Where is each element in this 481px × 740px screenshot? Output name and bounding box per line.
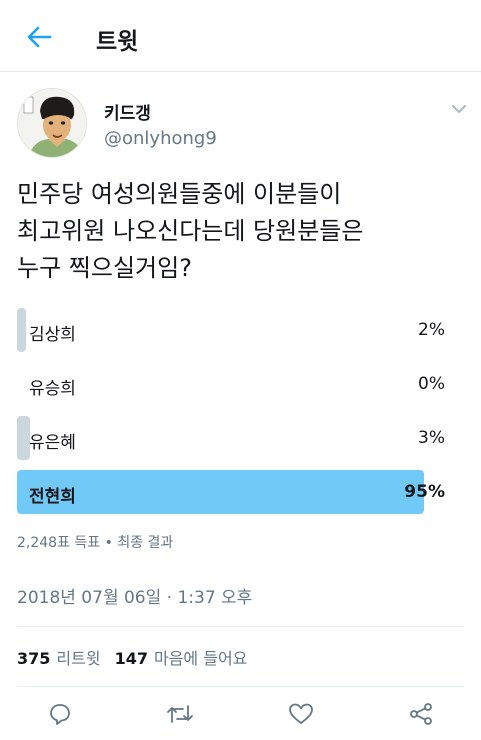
likes-stat[interactable]: 147 마음에 들어요 [115,645,248,669]
poll-bar [17,308,26,352]
poll-option-4[interactable]: 전현희 95% [17,470,445,514]
top-bar: 트윗 [0,0,481,72]
retweet-icon [167,705,193,723]
likes-label: 마음에 들어요 [153,649,248,668]
poll-option-label: 전현희 [29,487,76,507]
arrow-left-icon [27,26,52,48]
retweets-count: 375 [17,649,51,668]
poll-option-2[interactable]: 유승희 0% [17,362,445,406]
tweet-line: 민주당 여성의원들중에 이분들이 [17,180,342,208]
poll-option-percent: 3% [418,428,445,448]
poll: 김상희 2% 유승희 0% 유은혜 3% 전현희 95% [17,308,445,524]
heart-icon [289,703,313,724]
retweet-button[interactable] [166,700,194,728]
author-name[interactable]: 키드갱 [104,99,151,124]
like-button[interactable] [287,700,315,728]
share-icon [410,703,432,725]
tweet-line: 누구 찍으실거임? [17,254,192,282]
avatar-illustration [18,89,86,157]
divider [17,686,464,687]
author-handle[interactable]: @onlyhong9 [104,128,217,149]
page-title: 트윗 [96,29,139,55]
poll-option-percent: 0% [418,374,445,394]
tweet-text: 민주당 여성의원들중에 이분들이 최고위원 나오신다는데 당원분들은 누구 찍으… [17,176,467,287]
poll-option-label: 유은혜 [29,433,76,453]
poll-bar [17,416,30,460]
tweet-stats: 375 리트윗 147 마음에 들어요 [17,645,247,669]
avatar[interactable] [17,88,87,158]
poll-option-percent: 2% [418,320,445,340]
retweets-stat[interactable]: 375 리트윗 [17,645,101,669]
divider [17,626,464,627]
likes-count: 147 [114,649,148,668]
share-button[interactable] [407,700,435,728]
poll-option-label: 김상희 [29,325,76,345]
tweet-actions [0,688,481,740]
chevron-down-icon [452,105,466,113]
back-button[interactable] [22,20,56,54]
poll-bar [17,470,424,514]
tweet-timestamp[interactable]: 2018년 07월 06일 · 1:37 오후 [17,583,252,608]
poll-option-1[interactable]: 김상희 2% [17,308,445,352]
poll-option-3[interactable]: 유은혜 3% [17,416,445,460]
tweet-line: 최고위원 나오신다는데 당원분들은 [17,217,364,245]
poll-option-percent: 95% [404,482,445,502]
tweet-menu-button[interactable] [446,98,472,120]
poll-option-label: 유승희 [29,379,76,399]
poll-meta: 2,248표 득표 • 최종 결과 [17,535,174,551]
reply-icon [50,704,70,725]
reply-button[interactable] [46,700,74,728]
retweets-label: 리트윗 [56,649,101,668]
